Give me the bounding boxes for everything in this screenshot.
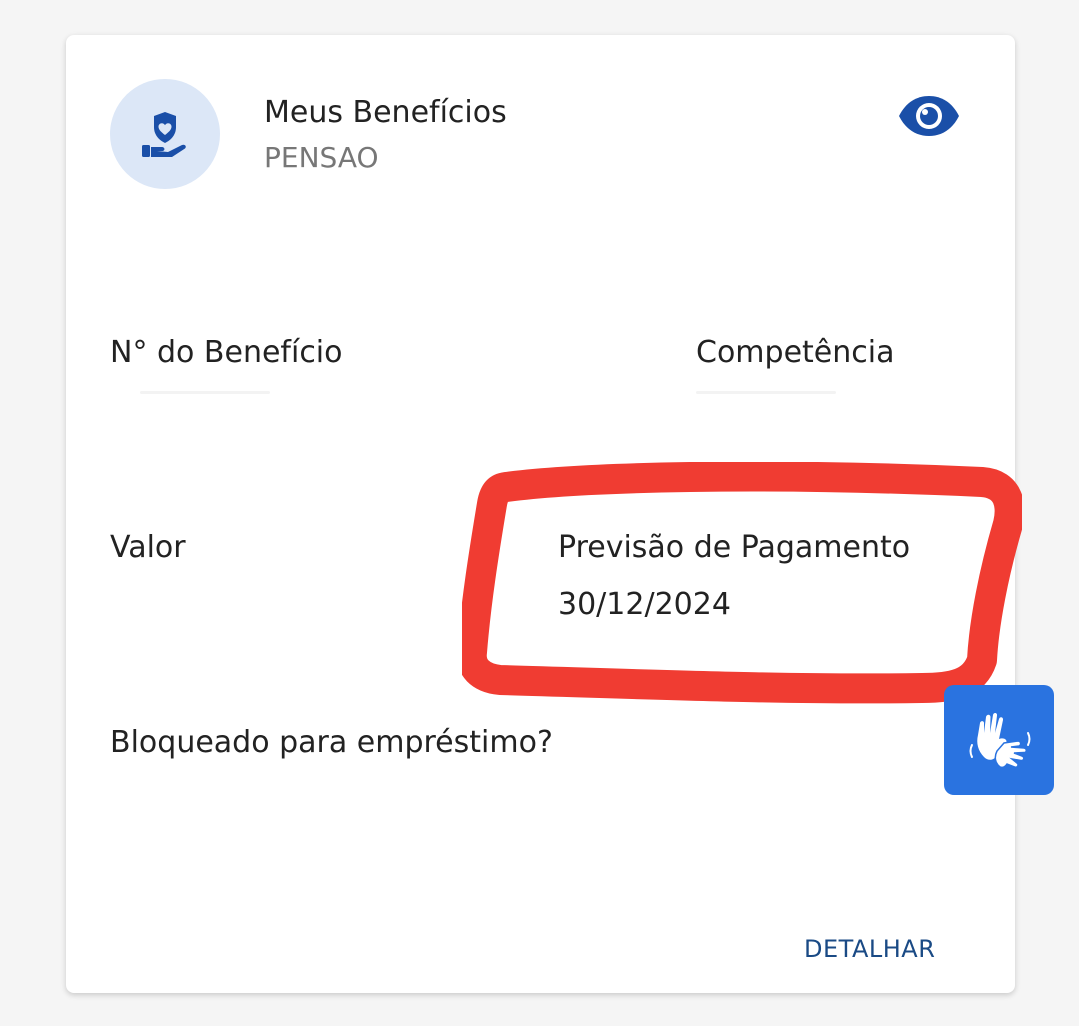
competencia-value-hidden	[696, 391, 836, 394]
previsao-label: Previsão de Pagamento	[558, 530, 911, 565]
accessibility-button[interactable]	[944, 685, 1054, 795]
beneficio-value-hidden	[140, 391, 270, 394]
previsao-value: 30/12/2024	[558, 587, 731, 622]
benefit-type: PENSAO	[264, 141, 379, 174]
competencia-label: Competência	[696, 335, 895, 370]
benefit-icon-badge	[110, 79, 220, 189]
detalhar-button[interactable]: DETALHAR	[804, 935, 935, 963]
hand-shield-heart-icon	[142, 112, 186, 157]
beneficio-label: N° do Benefício	[110, 335, 343, 370]
page-title: Meus Benefícios	[264, 95, 507, 130]
eye-icon	[899, 96, 959, 136]
sign-language-hands-icon	[969, 712, 1031, 769]
valor-label: Valor	[110, 530, 186, 565]
toggle-visibility-button[interactable]	[896, 93, 962, 139]
benefit-card: Meus Benefícios PENSAO N° do Benefício C…	[66, 35, 1015, 993]
bloqueado-label: Bloqueado para empréstimo?	[110, 725, 553, 760]
